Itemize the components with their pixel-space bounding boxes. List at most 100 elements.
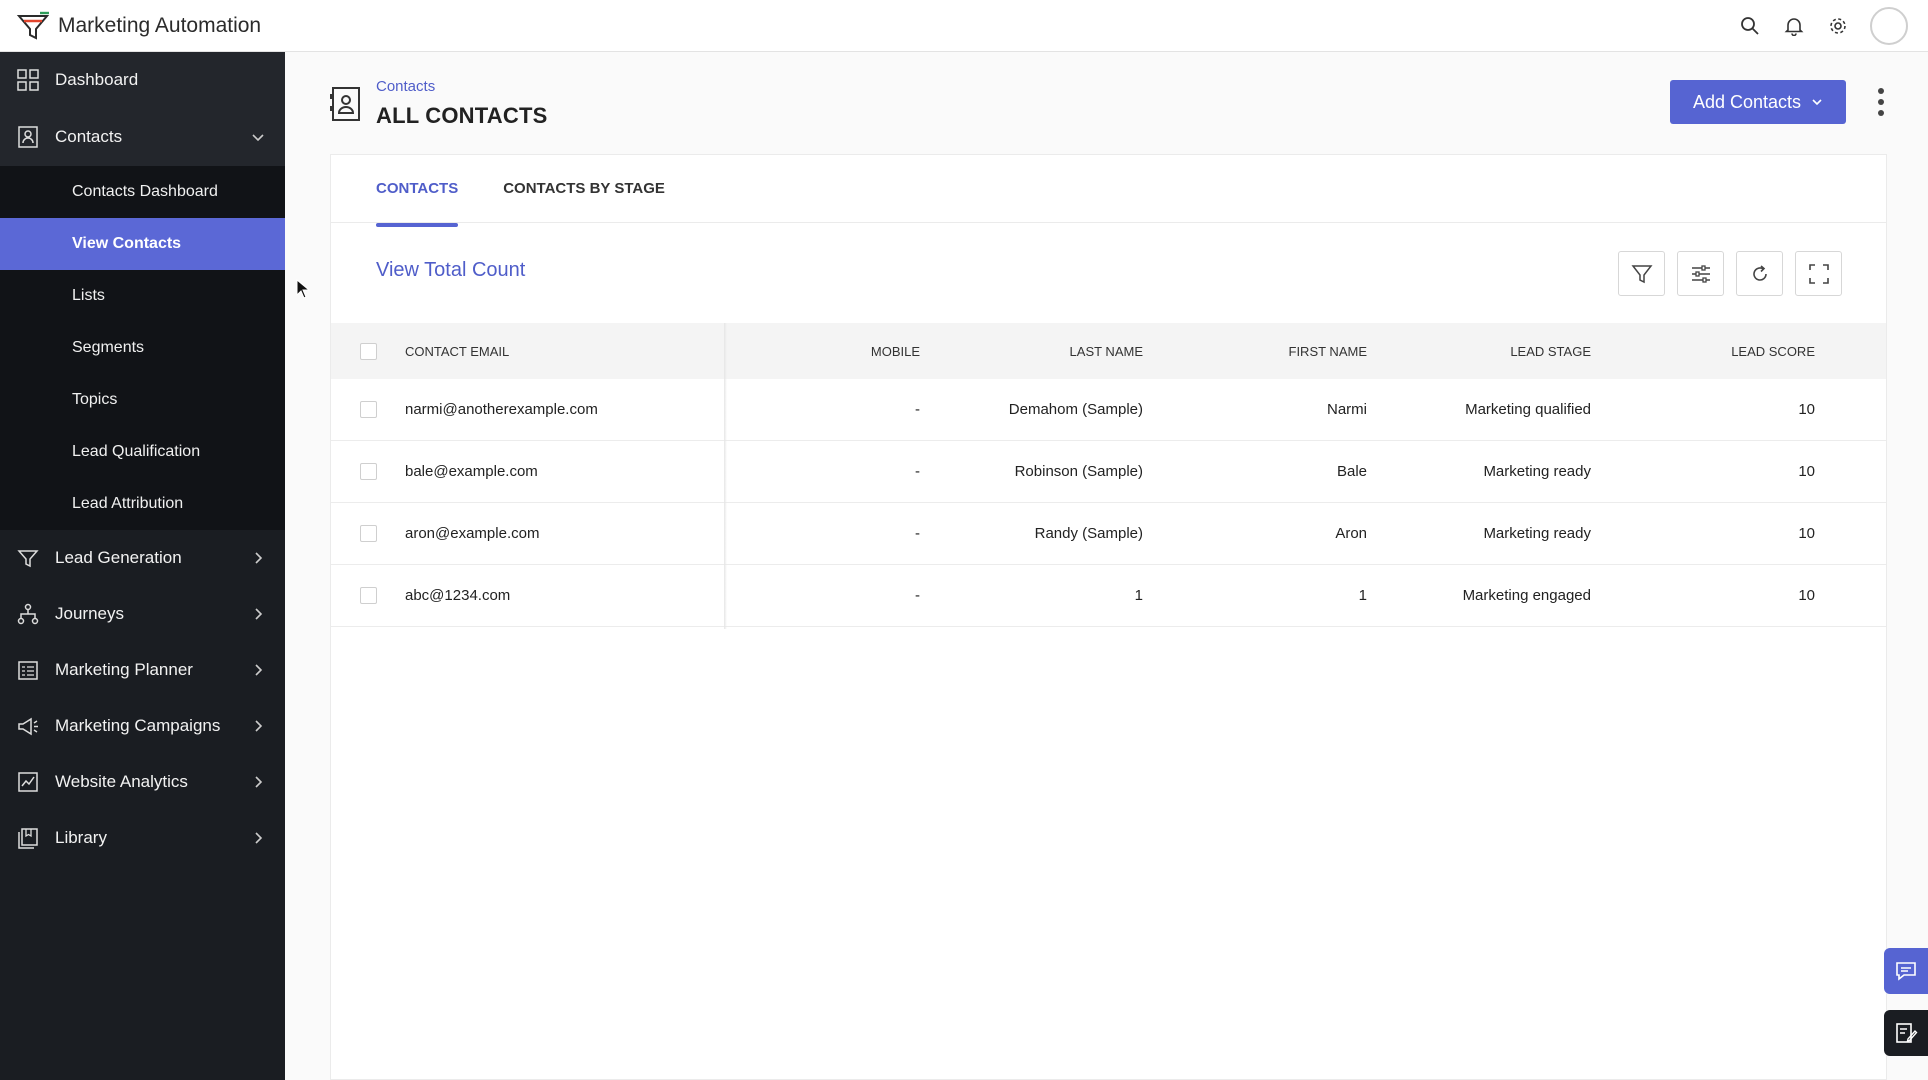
sidebar-item-library[interactable]: Library — [0, 810, 285, 866]
funnel-logo-icon — [16, 11, 50, 40]
table-row[interactable]: narmi@anotherexample.com - Demahom (Samp… — [331, 379, 1886, 441]
sidebar-item-marketing-planner[interactable]: Marketing Planner — [0, 642, 285, 698]
gear-icon[interactable] — [1826, 14, 1850, 38]
app-logo[interactable]: Marketing Automation — [16, 11, 261, 41]
cell-lead-stage: Marketing engaged — [1462, 587, 1591, 604]
cell-email[interactable]: aron@example.com — [405, 525, 725, 542]
sidebar-item-label: Journeys — [55, 604, 124, 623]
cell-lead-score: 10 — [1798, 587, 1815, 604]
top-bar: Marketing Automation — [0, 0, 1928, 52]
contacts-panel: CONTACTS CONTACTS BY STAGE View Total Co… — [330, 154, 1887, 1080]
column-header-lead-score[interactable]: LEAD SCORE — [1591, 344, 1815, 359]
cell-first-name: 1 — [1358, 587, 1367, 604]
row-checkbox[interactable] — [359, 463, 377, 480]
page-header: Contacts ALL CONTACTS — [330, 76, 547, 129]
cell-lead-stage: Marketing ready — [1483, 525, 1591, 542]
chevron-right-icon — [255, 832, 263, 844]
filter-button[interactable] — [1618, 251, 1665, 296]
sidebar-subitem-lead-qualification[interactable]: Lead Qualification — [0, 426, 285, 478]
column-header-first-name[interactable]: FIRST NAME — [1143, 344, 1368, 359]
app-title: Marketing Automation — [58, 13, 262, 37]
chevron-right-icon — [255, 776, 263, 788]
chevron-down-icon — [1812, 99, 1822, 106]
table-header-row: CONTACT EMAIL MOBILE LAST NAME FIRST NAM… — [331, 323, 1886, 379]
chevron-right-icon — [255, 552, 263, 564]
sidebar-item-dashboard[interactable]: Dashboard — [0, 52, 285, 108]
cell-lead-score: 10 — [1798, 401, 1815, 418]
table-row[interactable]: bale@example.com - Robinson (Sample) Bal… — [331, 441, 1886, 503]
search-icon[interactable] — [1738, 14, 1762, 38]
chat-button[interactable] — [1884, 948, 1928, 994]
tab-contacts[interactable]: CONTACTS — [376, 155, 459, 227]
sidebar-item-label: Website Analytics — [55, 772, 188, 791]
library-icon — [16, 826, 40, 850]
mouse-cursor-icon — [296, 279, 310, 299]
view-total-count-link[interactable]: View Total Count — [376, 259, 525, 282]
cell-mobile: - — [915, 463, 920, 480]
cell-email[interactable]: bale@example.com — [405, 463, 725, 480]
column-header-email[interactable]: CONTACT EMAIL — [405, 344, 725, 359]
contacts-page-icon — [330, 87, 360, 121]
sliders-icon — [1691, 264, 1710, 283]
row-checkbox[interactable] — [359, 587, 377, 604]
dashboard-grid-icon — [16, 68, 40, 92]
sidebar-subitem-segments[interactable]: Segments — [0, 322, 285, 374]
notes-button[interactable] — [1884, 1010, 1928, 1056]
cell-last-name: 1 — [1134, 587, 1143, 604]
row-checkbox[interactable] — [359, 401, 377, 418]
avatar[interactable] — [1870, 7, 1908, 45]
table-row[interactable]: aron@example.com - Randy (Sample) Aron M… — [331, 503, 1886, 565]
sidebar-item-website-analytics[interactable]: Website Analytics — [0, 754, 285, 810]
sidebar-subitem-lists[interactable]: Lists — [0, 270, 285, 322]
sidebar-item-label: Dashboard — [55, 70, 139, 89]
contacts-submenu: Contacts Dashboard View Contacts Lists S… — [0, 166, 285, 530]
fullscreen-button[interactable] — [1795, 251, 1842, 296]
cell-mobile: - — [915, 525, 920, 542]
sidebar-item-contacts[interactable]: Contacts — [0, 108, 285, 166]
sidebar-item-label: Marketing Planner — [55, 660, 193, 679]
sidebar-subitem-contacts-dashboard[interactable]: Contacts Dashboard — [0, 166, 285, 218]
chevron-down-icon — [252, 134, 264, 142]
refresh-icon — [1752, 264, 1767, 281]
refresh-button[interactable] — [1736, 251, 1783, 296]
main-content: Contacts ALL CONTACTS Add Contacts CONTA… — [285, 52, 1928, 1080]
breadcrumb[interactable]: Contacts — [376, 78, 547, 95]
add-contacts-button[interactable]: Add Contacts — [1670, 80, 1846, 124]
bell-icon[interactable] — [1782, 14, 1806, 38]
sidebar-item-label: Marketing Campaigns — [55, 716, 221, 735]
contacts-table: CONTACT EMAIL MOBILE LAST NAME FIRST NAM… — [331, 323, 1886, 629]
planner-icon — [16, 658, 40, 682]
cell-last-name: Randy (Sample) — [1034, 525, 1143, 542]
table-toolbar: View Total Count — [331, 223, 1886, 323]
cell-lead-score: 10 — [1798, 525, 1815, 542]
cell-mobile: - — [915, 401, 920, 418]
cell-email[interactable]: abc@1234.com — [405, 587, 725, 604]
table-row[interactable]: abc@1234.com - 1 1 Marketing engaged 10 — [331, 565, 1886, 627]
chat-icon — [1896, 962, 1916, 981]
customize-columns-button[interactable] — [1677, 251, 1724, 296]
sidebar-item-label: Library — [55, 828, 107, 847]
more-options-icon[interactable] — [1875, 88, 1887, 118]
column-header-mobile[interactable]: MOBILE — [725, 344, 920, 359]
select-all-checkbox[interactable] — [359, 342, 377, 360]
sidebar-subitem-topics[interactable]: Topics — [0, 374, 285, 426]
cell-lead-stage: Marketing ready — [1483, 463, 1591, 480]
cell-email[interactable]: narmi@anotherexample.com — [405, 401, 725, 418]
cell-first-name: Bale — [1336, 463, 1367, 480]
row-checkbox[interactable] — [359, 525, 377, 542]
column-header-last-name[interactable]: LAST NAME — [920, 344, 1143, 359]
sidebar-item-marketing-campaigns[interactable]: Marketing Campaigns — [0, 698, 285, 754]
chevron-right-icon — [255, 720, 263, 732]
cell-mobile: - — [915, 587, 920, 604]
cell-lead-stage: Marketing qualified — [1465, 401, 1591, 418]
sidebar-item-journeys[interactable]: Journeys — [0, 586, 285, 642]
edit-note-icon — [1896, 1023, 1918, 1043]
megaphone-icon — [16, 714, 40, 738]
tab-contacts-by-stage[interactable]: CONTACTS BY STAGE — [503, 155, 665, 223]
sidebar-subitem-lead-attribution[interactable]: Lead Attribution — [0, 478, 285, 530]
cell-last-name: Robinson (Sample) — [1014, 463, 1143, 480]
sidebar-item-lead-generation[interactable]: Lead Generation — [0, 530, 285, 586]
cell-first-name: Aron — [1335, 525, 1367, 542]
sidebar-subitem-view-contacts[interactable]: View Contacts — [0, 218, 285, 270]
column-header-lead-stage[interactable]: LEAD STAGE — [1367, 344, 1591, 359]
